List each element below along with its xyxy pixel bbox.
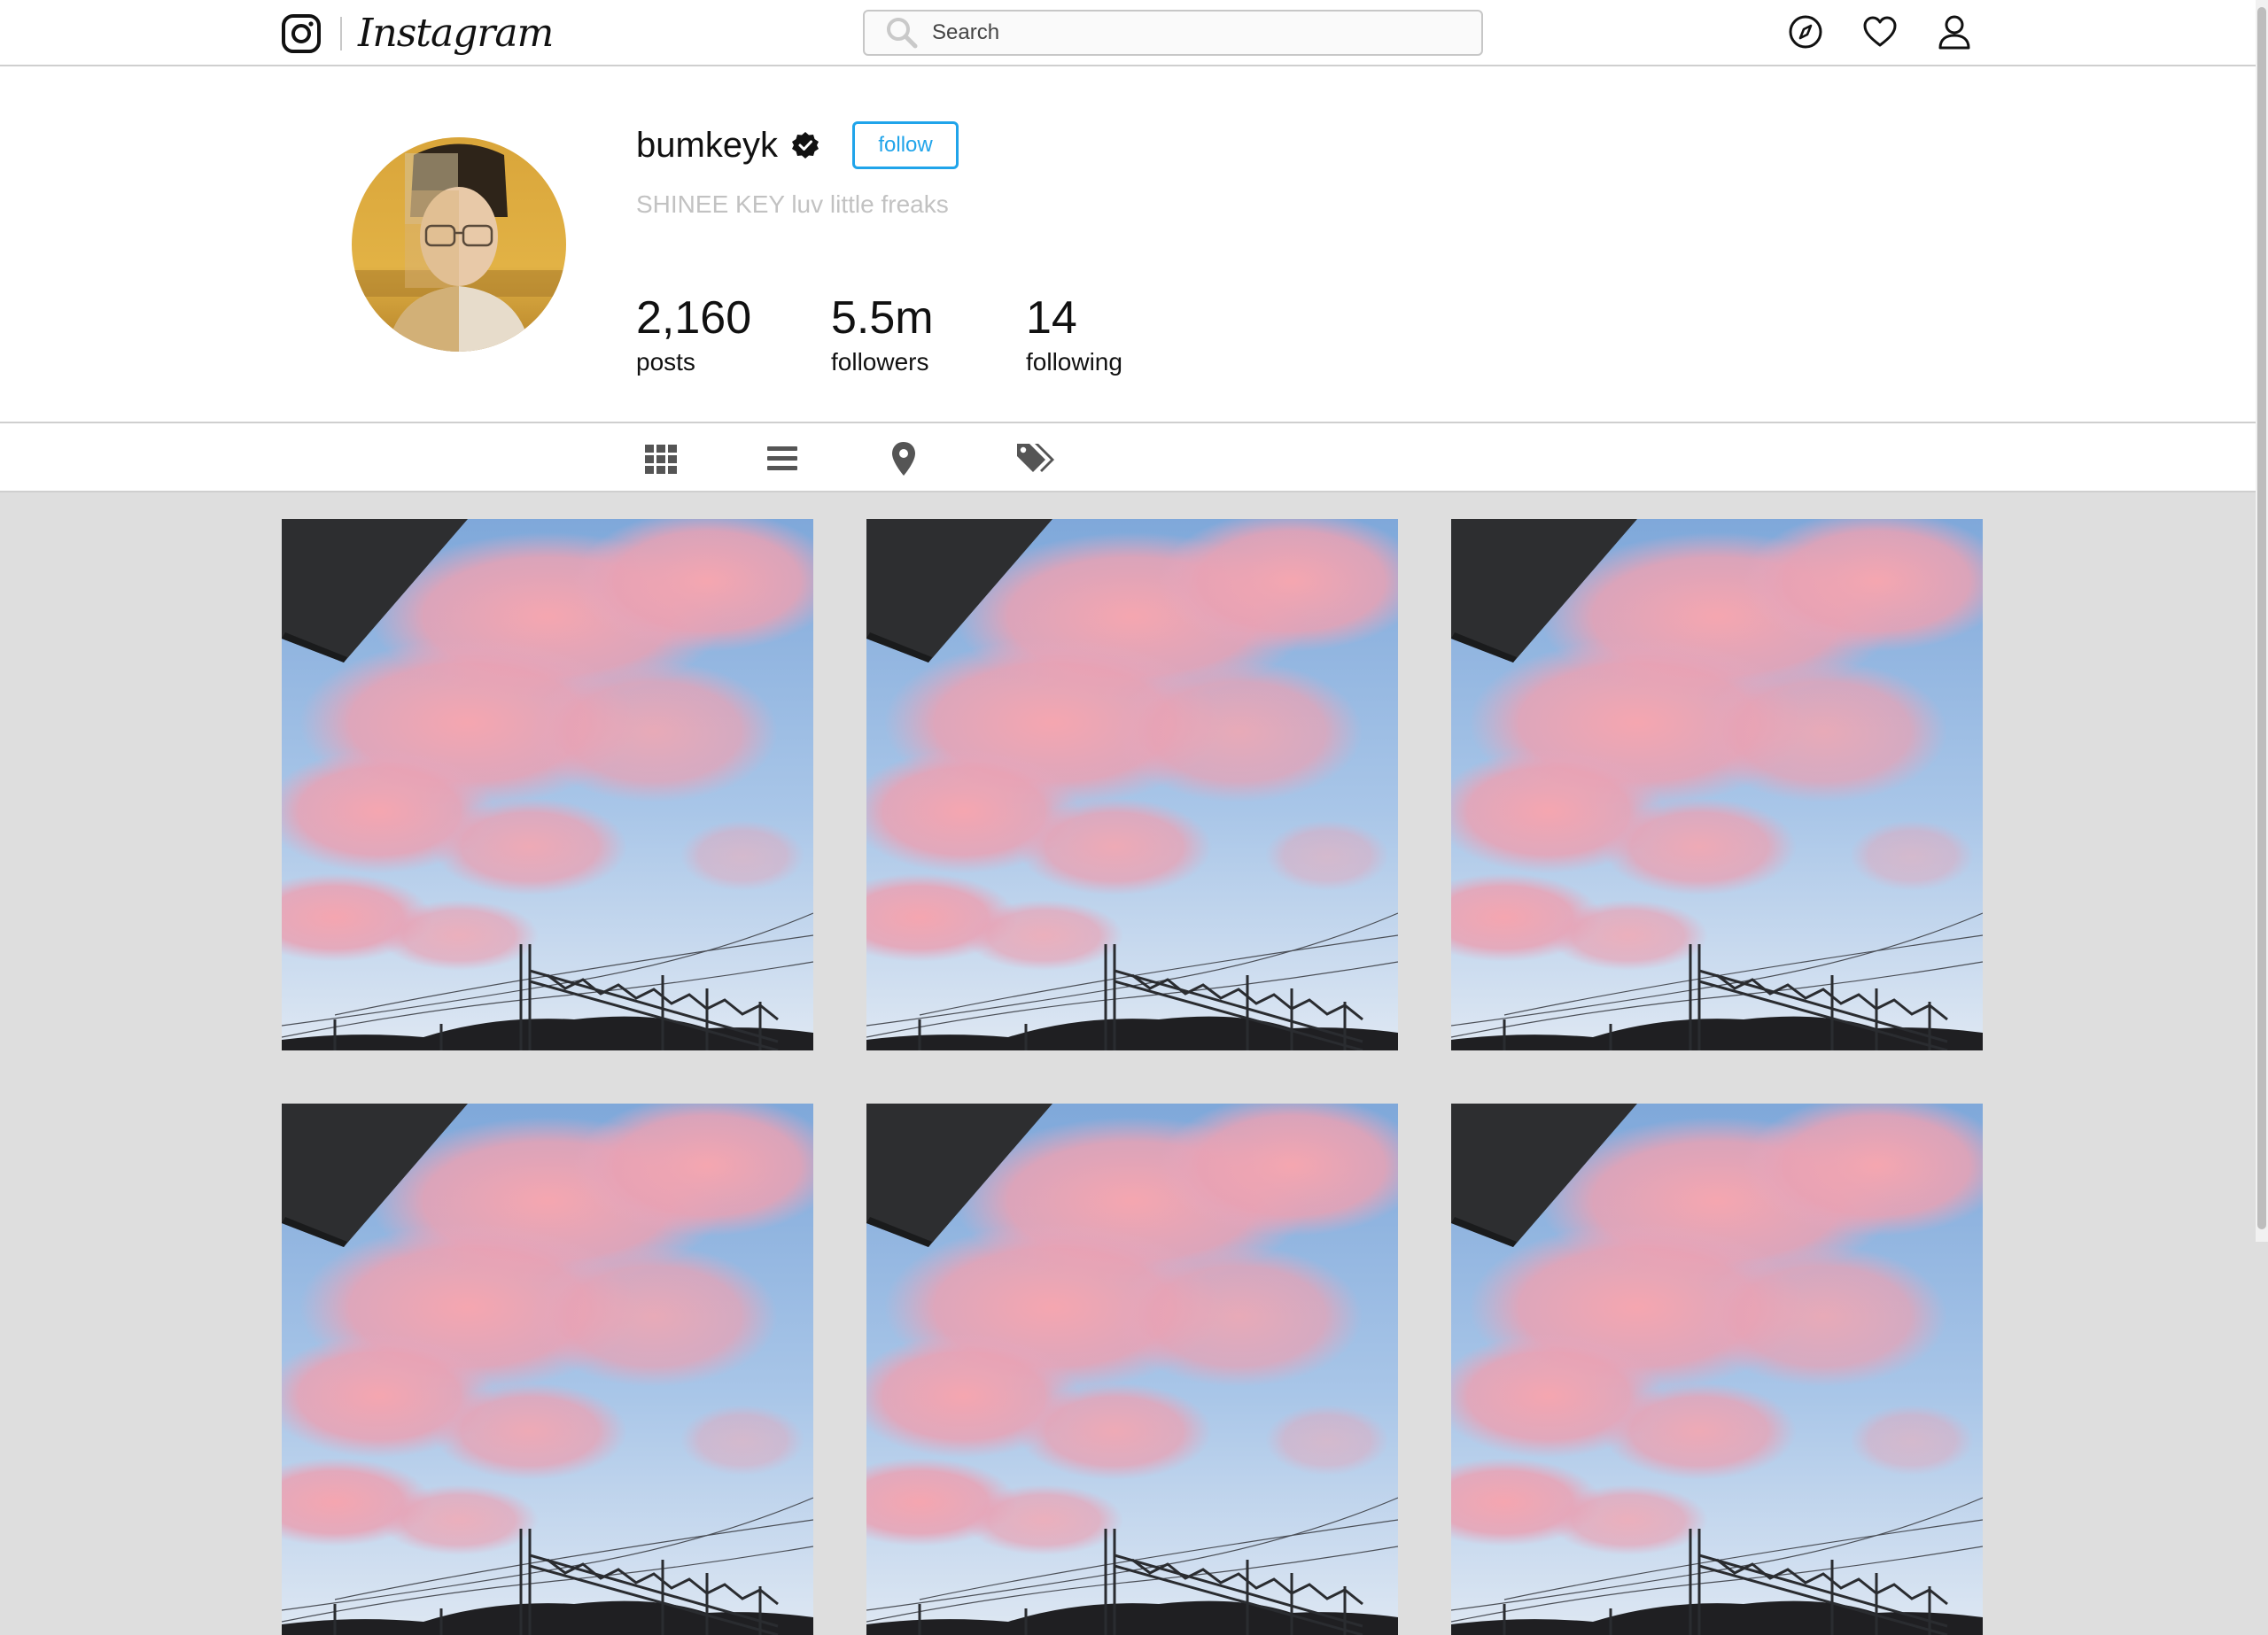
tags-icon [1017,444,1054,472]
instagram-camera-icon [282,14,321,53]
tab-location[interactable] [889,439,918,478]
location-pin-icon [892,442,915,476]
list-icon [767,446,797,470]
post-photo [282,519,813,1050]
stat-following[interactable]: 14 following [1026,295,1203,376]
search-icon [887,18,918,49]
stat-value: 14 [1026,292,1077,344]
stat-label: followers [831,348,929,376]
brand-wordmark: Instagram [358,11,554,56]
post-photo [866,519,1398,1050]
post-photo [1451,519,1983,1050]
follow-button[interactable]: follow [852,121,959,169]
profile-icon[interactable] [1935,12,1974,51]
profile-header: bumkeyk follow SHINEE KEY luv little fre… [0,66,2268,422]
post-thumbnail[interactable] [282,519,813,1050]
username-row: bumkeyk follow [636,121,959,169]
post-thumbnail[interactable] [866,1104,1398,1635]
stat-followers[interactable]: 5.5m followers [831,295,1026,376]
avatar-photo [352,137,566,352]
username: bumkeyk [636,125,779,165]
scrollbar[interactable] [2256,0,2268,1242]
profile-bio: SHINEE KEY luv little freaks [636,190,949,218]
stat-label: following [1026,348,1122,376]
profile-stats: 2,160 posts 5.5m followers 14 following [636,295,1203,376]
search-box[interactable] [863,10,1483,56]
post-thumbnail[interactable] [866,519,1398,1050]
scrollbar-thumb[interactable] [2257,7,2266,1229]
avatar[interactable] [352,137,566,352]
tab-tagged[interactable] [1015,439,1058,478]
activity-heart-icon[interactable] [1860,12,1899,51]
tab-grid[interactable] [643,439,679,478]
profile-tabs [0,422,2268,492]
post-photo [1451,1104,1983,1635]
post-thumbnail[interactable] [282,1104,813,1635]
stat-value: 5.5m [831,292,934,344]
stat-label: posts [636,348,695,376]
instagram-logo[interactable]: Instagram [280,7,554,60]
post-photo [866,1104,1398,1635]
nav-icon-group [1786,12,1974,51]
post-photo [282,1104,813,1635]
logo-divider [340,17,342,50]
tab-list[interactable] [765,439,799,478]
post-thumbnail[interactable] [1451,519,1983,1050]
search-input[interactable] [932,15,1446,50]
verified-badge-icon [792,132,819,159]
top-navigation-bar: Instagram [0,0,2268,66]
explore-icon[interactable] [1786,12,1825,51]
post-thumbnail[interactable] [1451,1104,1983,1635]
stat-value: 2,160 [636,292,752,344]
grid-icon [645,445,677,474]
stat-posts[interactable]: 2,160 posts [636,295,831,376]
